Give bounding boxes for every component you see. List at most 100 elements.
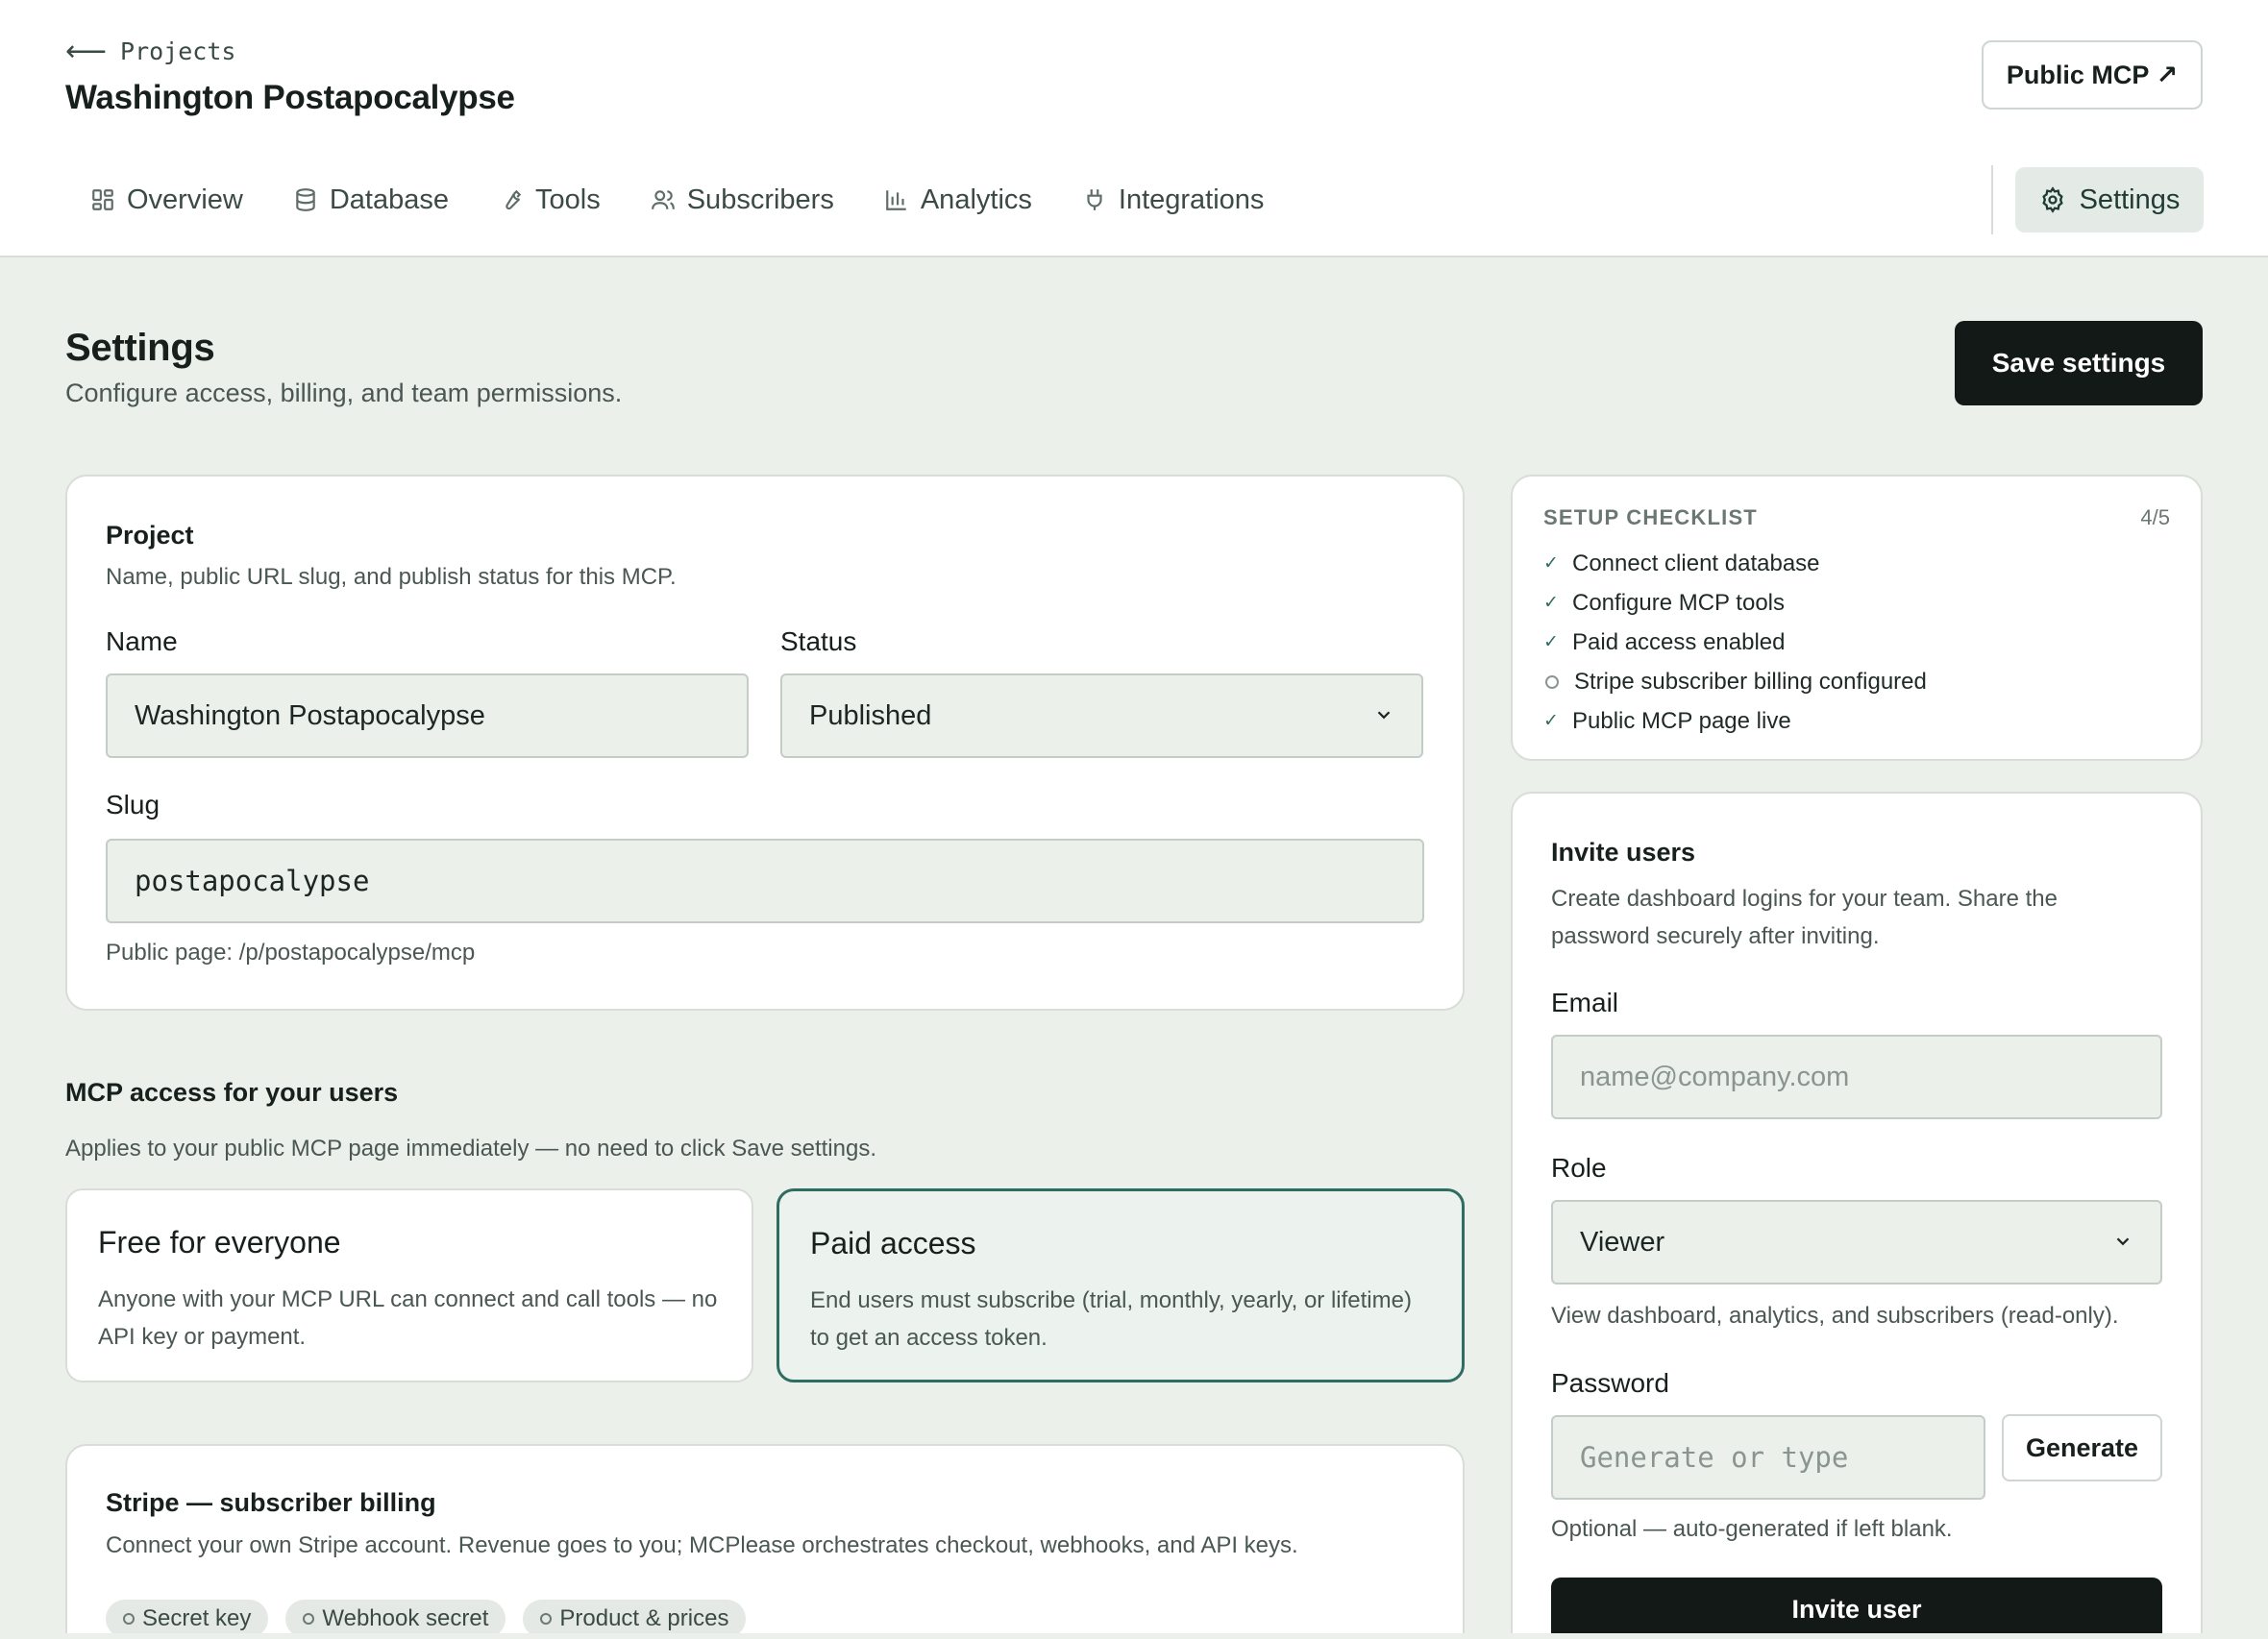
slug-input[interactable]: postapocalypse: [106, 839, 1424, 923]
checklist-item: ✓ Configure MCP tools: [1543, 583, 1927, 623]
name-input[interactable]: Washington Postapocalypse: [106, 673, 749, 758]
checklist-item-label: Paid access enabled: [1572, 628, 1786, 655]
database-icon: [296, 188, 315, 211]
chevron-down-icon: [2116, 1237, 2130, 1246]
checklist-item-label: Connect client database: [1572, 550, 1820, 576]
access-option-free[interactable]: Free for everyone Anyone with your MCP U…: [65, 1188, 753, 1382]
chip-label: Product & prices: [559, 1605, 729, 1631]
slug-label: Slug: [106, 790, 160, 820]
option-title: Free for everyone: [98, 1225, 341, 1260]
role-value: Viewer: [1580, 1226, 1665, 1258]
checklist-item-label: Public MCP page live: [1572, 707, 1791, 734]
status-select[interactable]: Published: [780, 673, 1423, 758]
checklist-item-label: Stripe subscriber billing configured: [1574, 668, 1927, 695]
tab-label: Tools: [535, 183, 601, 215]
tab-label: Settings: [2079, 183, 2181, 215]
role-hint: View dashboard, analytics, and subscribe…: [1551, 1303, 2119, 1329]
project-title: Washington Postapocalypse: [65, 79, 515, 116]
invite-user-button[interactable]: Invite user: [1551, 1578, 2162, 1639]
role-select[interactable]: Viewer: [1551, 1200, 2162, 1284]
tab-database[interactable]: Database: [268, 165, 474, 234]
circle-icon: [123, 1613, 135, 1625]
password-input[interactable]: Generate or type: [1551, 1415, 1985, 1500]
tab-label: Subscribers: [686, 183, 834, 215]
chevron-down-icon: [1377, 711, 1391, 720]
tab-analytics[interactable]: Analytics: [859, 165, 1057, 234]
stripe-requirement-chips: Secret key Webhook secret Product & pric…: [106, 1600, 747, 1638]
chip-product-prices: Product & prices: [523, 1600, 747, 1638]
card-description: Name, public URL slug, and publish statu…: [106, 564, 677, 590]
page-subtitle: Configure access, billing, and team perm…: [65, 379, 623, 407]
access-option-paid[interactable]: Paid access End users must subscribe (tr…: [777, 1188, 1465, 1382]
status-label: Status: [780, 626, 857, 656]
card-title: Stripe — subscriber billing: [106, 1488, 436, 1517]
invite-users-card: Invite users Create dashboard logins for…: [1511, 792, 2203, 1639]
grid-icon: [92, 189, 113, 210]
checklist-item: ✓ Connect client database: [1543, 544, 1927, 583]
checklist-title: SETUP CHECKLIST: [1543, 505, 1758, 529]
plug-icon: [1087, 189, 1102, 210]
top-header: ⟵ Projects Washington Postapocalypse Pub…: [0, 0, 2268, 257]
setup-checklist-card: SETUP CHECKLIST 4/5 ✓ Connect client data…: [1511, 475, 2203, 761]
option-description: Anyone with your MCP URL can connect and…: [98, 1286, 718, 1350]
check-icon: ✓: [1543, 632, 1559, 652]
access-section-subtitle: Applies to your public MCP page immediat…: [65, 1136, 876, 1162]
card-description: Connect your own Stripe account. Revenue…: [106, 1532, 1298, 1558]
access-section-title: MCP access for your users: [65, 1078, 399, 1107]
tab-label: Analytics: [920, 183, 1032, 215]
option-description: End users must subscribe (trial, monthly…: [810, 1287, 1412, 1351]
tab-label: Database: [329, 183, 450, 215]
status-value: Published: [809, 699, 932, 731]
public-page-hint: Public page: /p/postapocalypse/mcp: [106, 940, 476, 966]
chip-label: Webhook secret: [322, 1605, 489, 1631]
email-label: Email: [1551, 988, 1619, 1017]
password-hint: Optional — auto-generated if left blank.: [1551, 1516, 1953, 1542]
role-label: Role: [1551, 1153, 1607, 1183]
users-icon: [651, 190, 675, 209]
card-title: Invite users: [1551, 838, 1696, 867]
back-label: Projects: [120, 37, 236, 65]
tab-overview[interactable]: Overview: [65, 165, 268, 234]
tab-subscribers[interactable]: Subscribers: [626, 165, 859, 234]
gear-icon: [2041, 186, 2063, 213]
empty-circle-icon: [1545, 674, 1559, 689]
checklist: ✓ Connect client database ✓ Configure MCP …: [1543, 544, 1927, 741]
tab-label: Overview: [127, 183, 243, 215]
generate-password-button[interactable]: Generate: [2002, 1414, 2162, 1481]
check-icon: ✓: [1543, 553, 1559, 574]
tab-label: Integrations: [1118, 183, 1265, 215]
option-title: Paid access: [810, 1226, 976, 1260]
project-card: Project Name, public URL slug, and publi…: [65, 475, 1465, 1011]
chip-secret-key: Secret key: [106, 1600, 269, 1638]
page-title: Settings: [65, 327, 215, 369]
save-settings-button[interactable]: Save settings: [1955, 321, 2203, 405]
email-input[interactable]: name@company.com: [1551, 1035, 2162, 1119]
tab-bar: Overview Database Tools Subscribers Anal…: [65, 165, 1289, 234]
check-icon: ✓: [1543, 593, 1559, 613]
wrench-icon: [505, 189, 522, 210]
arrow-left-icon: ⟵: [65, 36, 108, 67]
circle-icon: [540, 1613, 553, 1625]
stripe-billing-card: Stripe — subscriber billing Connect your…: [65, 1444, 1465, 1639]
card-description: Create dashboard logins for your team. S…: [1551, 886, 2058, 949]
tab-integrations[interactable]: Integrations: [1057, 165, 1290, 234]
circle-icon: [303, 1613, 315, 1625]
back-to-projects-link[interactable]: ⟵ Projects: [65, 35, 235, 68]
chip-label: Secret key: [142, 1605, 252, 1631]
checklist-item: Stripe subscriber billing configured: [1543, 662, 1927, 701]
password-label: Password: [1551, 1368, 1669, 1398]
check-icon: ✓: [1543, 711, 1559, 731]
chip-webhook-secret: Webhook secret: [285, 1600, 506, 1638]
public-mcp-button[interactable]: Public MCP ↗: [1982, 40, 2203, 110]
bar-chart-icon: [886, 190, 906, 210]
checklist-item: ✓ Paid access enabled: [1543, 623, 1927, 662]
checklist-item-label: Configure MCP tools: [1572, 589, 1785, 616]
name-label: Name: [106, 626, 178, 656]
checklist-item: ✓ Public MCP page live: [1543, 701, 1927, 741]
tab-divider: [1991, 165, 1993, 234]
bottom-edge: [0, 1633, 2268, 1639]
tab-settings[interactable]: Settings: [2015, 167, 2204, 232]
tab-tools[interactable]: Tools: [474, 165, 626, 234]
card-title: Project: [106, 521, 194, 550]
checklist-count: 4/5: [2140, 505, 2170, 529]
